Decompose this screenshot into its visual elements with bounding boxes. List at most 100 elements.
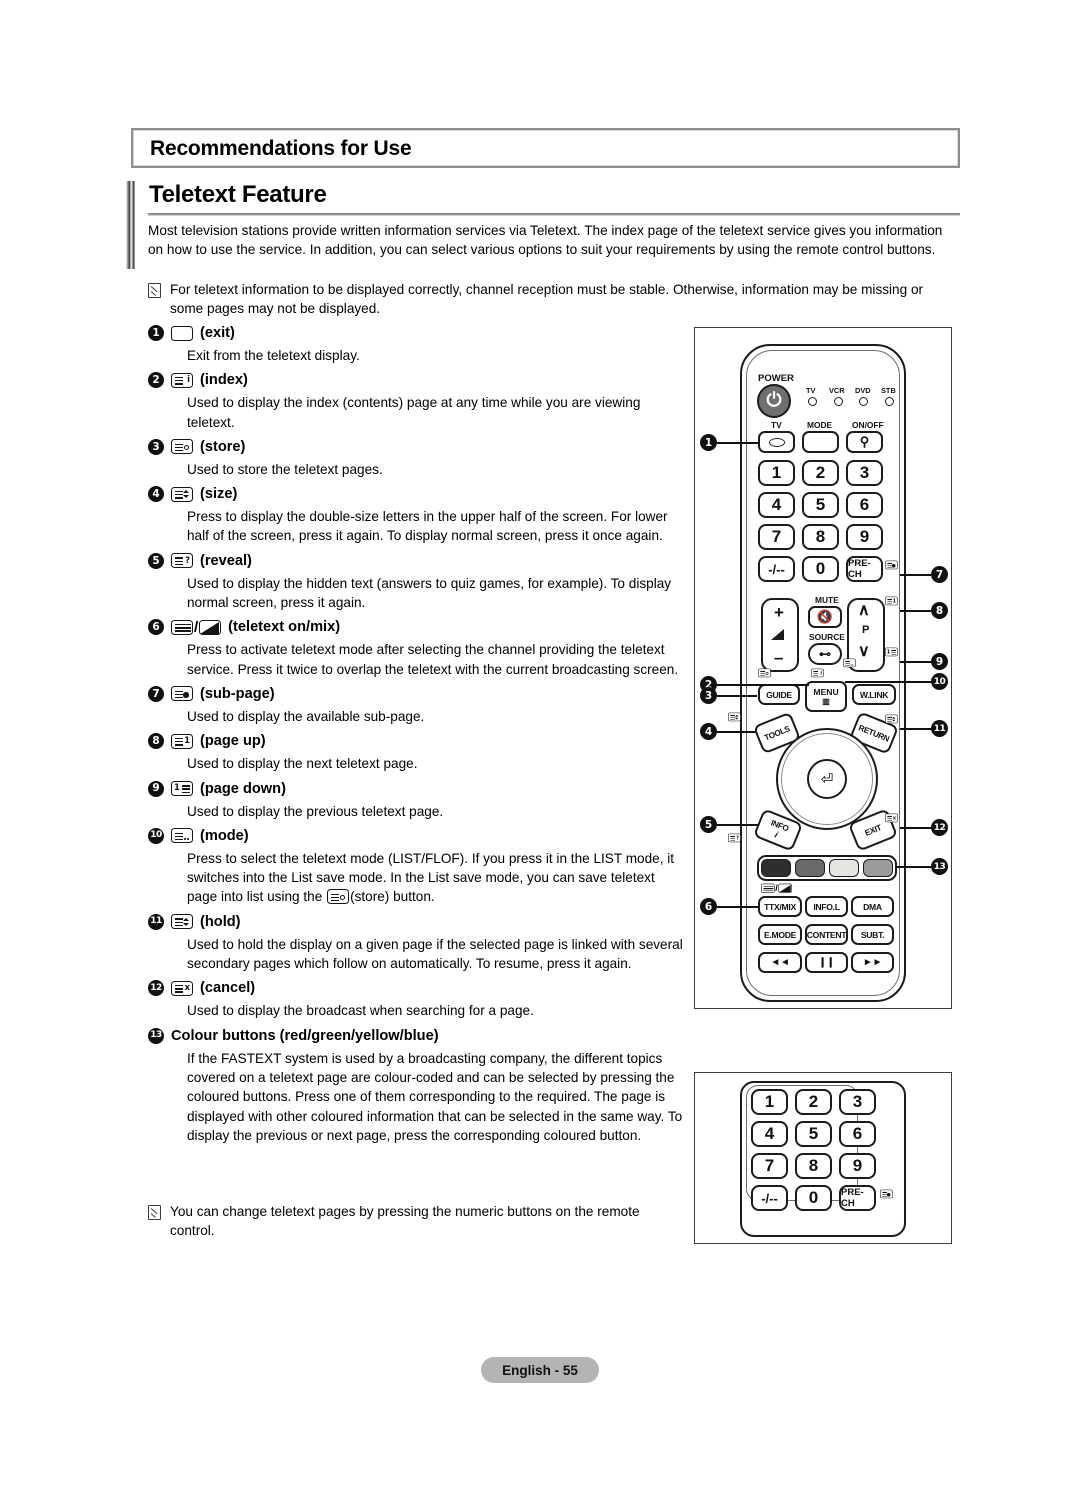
item-number-4: 4 [148,486,164,503]
led-vcr [834,397,843,406]
led-label-tv: TV [806,386,816,395]
callout-lead-10 [845,681,932,683]
section-accent-bar [126,181,135,269]
list-item: 8 1 (page up) Used to display the next t… [148,730,688,773]
keypad-key-5[interactable]: 5 [795,1121,832,1147]
item-label-12: (cancel) [200,980,256,997]
keypad-key-0[interactable]: 0 [795,1185,832,1211]
hold-icon [171,914,193,930]
item-desc-10-post: (store) button. [350,889,435,905]
keypad-key-8[interactable]: 8 [795,1153,832,1179]
teletext-on-mix-icon-pair: / [171,619,222,636]
callout-12: 12 [931,819,948,836]
callout-9: 9 [931,653,948,670]
ttx-mix-button[interactable]: TTX/MIX [758,896,802,917]
exit-icon [171,325,193,341]
callout-6: 6 [700,898,717,915]
keypad-key-1[interactable]: 1 [751,1089,788,1115]
channel-up-icon: ∧ [858,602,870,619]
key-0[interactable]: 0 [802,556,839,582]
key-4[interactable]: 4 [758,492,795,518]
enter-button[interactable]: ⏎ [807,759,847,799]
mix-icon [199,619,222,635]
key-8[interactable]: 8 [802,524,839,550]
item-desc-1: Exit from the teletext display. [187,348,360,363]
keypad-key-3[interactable]: 3 [839,1089,876,1115]
list-item: 10 (mode) Press to select the teletext m… [148,825,688,907]
colour-button-red[interactable] [761,859,791,877]
led-label-stb: STB [881,386,896,395]
item-number-1: 1 [148,325,164,341]
content-button[interactable]: CONTENT [805,924,848,945]
list-item: 1 (exit) Exit from the teletext display. [148,322,688,365]
key-3[interactable]: 3 [846,460,883,486]
source-button[interactable]: ⊷ [808,643,842,665]
onoff-button[interactable]: ⚲ [846,431,883,453]
teletext-on-icon [761,883,775,893]
page-down-icon: 1 [171,781,193,797]
callout-lead-5 [717,824,759,826]
e-mode-button[interactable]: E.MODE [758,924,802,945]
size-icon [728,712,741,722]
keypad-key-7[interactable]: 7 [751,1153,788,1179]
key-2[interactable]: 2 [802,460,839,486]
mix-icon [778,883,793,893]
led-label-dvd: DVD [855,386,871,395]
item-desc-5: Used to display the hidden text (answers… [187,575,672,611]
power-label: POWER [758,373,794,384]
mode-button[interactable] [802,431,839,453]
led-stb [885,397,894,406]
item-number-6: 6 [148,619,164,636]
key-6[interactable]: 6 [846,492,883,518]
colour-button-green[interactable] [795,859,825,877]
keypad-key-6[interactable]: 6 [839,1121,876,1147]
key-9[interactable]: 9 [846,524,883,550]
mute-icon: 🔇 [816,609,834,624]
pause-button[interactable]: ❙❙ [805,952,848,973]
wlink-button[interactable]: W.LINK [852,684,896,705]
keypad-key-4[interactable]: 4 [751,1121,788,1147]
key-dash[interactable]: -/-- [758,556,795,582]
keypad-key-2[interactable]: 2 [795,1089,832,1115]
menu-label: MENU [813,687,839,697]
callout-10: 10 [931,673,948,690]
item-label-7: (sub-page) [200,685,275,702]
item-desc-9: Used to display the previous teletext pa… [187,803,444,819]
note-bottom-text: You can change teletext pages by pressin… [170,1204,640,1239]
keypad-key-dash[interactable]: -/-- [751,1185,788,1211]
volume-icon [771,629,784,640]
index-icon: i [171,372,193,388]
key-5[interactable]: 5 [802,492,839,518]
menu-button[interactable]: MENU ▥ [805,681,847,712]
keypad-key-pre-ch[interactable]: PRE-CH [839,1185,876,1211]
callout-1: 1 [700,434,717,451]
fast-forward-button[interactable]: ►► [851,952,894,973]
key-7[interactable]: 7 [758,524,795,550]
callout-13: 13 [931,858,948,875]
mute-button[interactable]: 🔇 [808,606,842,628]
info-label: INFO [769,817,791,833]
guide-button[interactable]: GUIDE [758,684,800,705]
callout-7: 7 [931,566,948,583]
tv-button[interactable] [758,431,795,453]
info-l-button[interactable]: INFO.L [805,896,848,917]
info-icon: i [773,829,780,840]
dma-button[interactable]: DMA [851,896,894,917]
rewind-button[interactable]: ◄◄ [758,952,802,973]
colour-button-blue[interactable] [863,859,893,877]
keypad-key-9[interactable]: 9 [839,1153,876,1179]
channel-down-icon: ∨ [858,643,870,660]
item-number-7: 7 [148,685,164,702]
key-pre-ch[interactable]: PRE-CH [846,556,883,582]
colour-button-yellow[interactable] [829,859,859,877]
item-label-6: (teletext on/mix) [228,619,341,636]
note-top: For teletext information to be displayed… [148,280,960,319]
key-1[interactable]: 1 [758,460,795,486]
subt-button[interactable]: SUBT. [851,924,894,945]
callout-lead-12 [900,827,932,829]
led-label-vcr: VCR [829,386,845,395]
item-desc-12: Used to display the broadcast when searc… [187,1003,534,1019]
led-tv [808,397,817,406]
power-button[interactable]: ⏻ [757,384,791,418]
callout-lead-7 [900,574,932,576]
